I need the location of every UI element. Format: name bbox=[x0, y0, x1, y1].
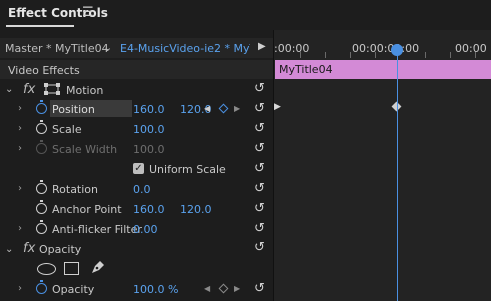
expand-arrow-icon[interactable]: › bbox=[18, 283, 22, 294]
prev-keyframe-icon[interactable]: ◀ bbox=[204, 104, 210, 113]
reset-icon[interactable]: ↺ bbox=[254, 161, 265, 176]
reset-icon[interactable]: ↺ bbox=[254, 181, 265, 196]
uniform-scale-checkbox[interactable]: ✓ bbox=[133, 163, 144, 174]
next-keyframe-icon[interactable]: ▶ bbox=[234, 104, 240, 113]
collapse-arrow-icon[interactable]: ⌄ bbox=[5, 244, 13, 255]
stopwatch-icon[interactable] bbox=[36, 200, 47, 214]
reset-icon[interactable]: ↺ bbox=[254, 101, 265, 116]
rotation-label: Rotation bbox=[52, 183, 99, 196]
expand-arrow-icon[interactable]: › bbox=[18, 123, 22, 134]
anti-flicker-label: Anti-flicker Filter bbox=[52, 223, 142, 236]
stopwatch-icon[interactable] bbox=[36, 280, 47, 294]
ruler-tick bbox=[325, 52, 326, 58]
expand-arrow-icon[interactable]: › bbox=[18, 103, 22, 114]
add-keyframe-icon[interactable] bbox=[218, 283, 229, 294]
ruler-label: 00:00 bbox=[455, 42, 487, 55]
expand-arrow-icon[interactable]: › bbox=[18, 223, 22, 234]
active-panel-underline bbox=[6, 25, 74, 27]
scale-width-value: 100.0 bbox=[133, 143, 165, 156]
expand-arrow-icon: › bbox=[18, 143, 22, 154]
play-icon[interactable]: ▶ bbox=[258, 41, 266, 52]
master-clip-tab[interactable]: Master * MyTitle04 bbox=[5, 42, 109, 55]
scale-value[interactable]: 100.0 bbox=[133, 123, 165, 136]
rotation-value[interactable]: 0.0 bbox=[133, 183, 151, 196]
opacity-effect-label: Opacity bbox=[39, 243, 82, 256]
ruler-tick bbox=[450, 52, 451, 58]
ruler-tick bbox=[375, 52, 376, 58]
transform-handle-icon[interactable] bbox=[44, 83, 60, 95]
clip-start-marker-icon: ▶ bbox=[274, 102, 281, 112]
ruler-tick bbox=[475, 52, 476, 58]
opacity-value[interactable]: 100.0 % bbox=[133, 283, 178, 296]
reset-icon[interactable]: ↺ bbox=[254, 281, 265, 296]
next-keyframe-icon[interactable]: ▶ bbox=[234, 284, 240, 293]
opacity-property-label: Opacity bbox=[52, 283, 95, 296]
anchor-point-label: Anchor Point bbox=[52, 203, 122, 216]
timeline-clip-name: MyTitle04 bbox=[279, 63, 333, 76]
video-effects-heading: Video Effects bbox=[8, 64, 80, 77]
reset-icon[interactable]: ↺ bbox=[254, 201, 265, 216]
ruler-tick bbox=[350, 52, 351, 58]
chevron-down-icon[interactable]: ⌄ bbox=[103, 41, 112, 54]
stopwatch-icon[interactable] bbox=[36, 220, 47, 234]
stopwatch-icon[interactable] bbox=[36, 180, 47, 194]
prev-keyframe-icon[interactable]: ◀ bbox=[204, 284, 210, 293]
position-x-value[interactable]: 160.0 bbox=[133, 103, 165, 116]
scale-width-label: Scale Width bbox=[52, 143, 118, 156]
fx-toggle[interactable]: fx bbox=[23, 241, 35, 256]
reset-icon[interactable]: ↺ bbox=[254, 141, 265, 156]
reset-icon[interactable]: ↺ bbox=[254, 240, 265, 255]
reset-icon[interactable]: ↺ bbox=[254, 81, 265, 96]
pen-mask-icon[interactable] bbox=[90, 260, 105, 275]
stopwatch-icon bbox=[36, 140, 47, 154]
motion-effect-label: Motion bbox=[66, 84, 104, 97]
scale-label: Scale bbox=[52, 123, 82, 136]
fx-toggle[interactable]: fx bbox=[23, 82, 35, 97]
stopwatch-icon[interactable] bbox=[36, 100, 47, 114]
sequence-clip-tab[interactable]: E4-MusicVideo-ie2 * MyTi... bbox=[120, 42, 250, 55]
anchor-point-y-value[interactable]: 120.0 bbox=[180, 203, 212, 216]
ruler-label: :00:00 bbox=[274, 42, 310, 55]
stopwatch-icon[interactable] bbox=[36, 120, 47, 134]
playhead-line[interactable] bbox=[397, 52, 398, 301]
hamburger-menu-icon[interactable]: ☰ bbox=[82, 5, 94, 20]
add-keyframe-icon[interactable] bbox=[218, 103, 229, 114]
collapse-arrow-icon[interactable]: ⌄ bbox=[5, 84, 13, 95]
position-label: Position bbox=[52, 103, 95, 116]
expand-arrow-icon[interactable]: › bbox=[18, 183, 22, 194]
panel-divider[interactable] bbox=[273, 30, 274, 301]
ellipse-mask-icon[interactable] bbox=[37, 263, 56, 275]
reset-icon[interactable]: ↺ bbox=[254, 121, 265, 136]
rectangle-mask-icon[interactable] bbox=[64, 262, 79, 275]
playhead-handle[interactable] bbox=[391, 44, 403, 56]
uniform-scale-label: Uniform Scale bbox=[149, 163, 226, 176]
anchor-point-x-value[interactable]: 160.0 bbox=[133, 203, 165, 216]
ruler-label: 00:00:02:00 bbox=[352, 42, 420, 55]
anti-flicker-value[interactable]: 0.00 bbox=[133, 223, 158, 236]
ruler-tick bbox=[300, 52, 301, 58]
ruler-tick bbox=[425, 52, 426, 58]
reset-icon[interactable]: ↺ bbox=[254, 221, 265, 236]
